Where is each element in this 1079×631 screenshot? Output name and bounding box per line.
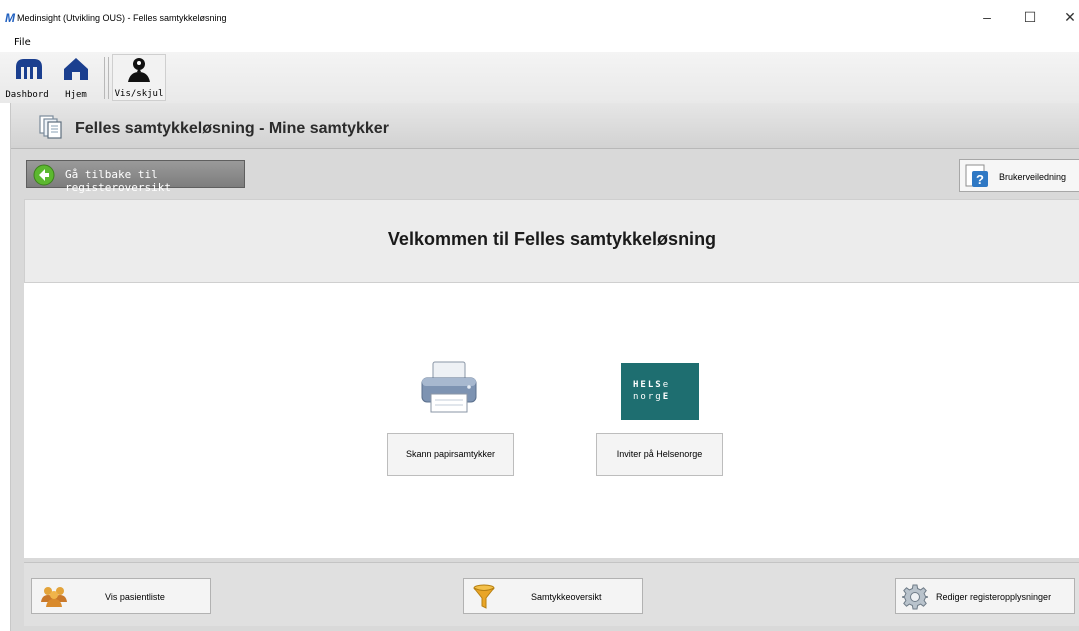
menu-bar: File: [0, 33, 1079, 52]
invite-helsenorge-button[interactable]: Inviter på Helsenorge: [596, 433, 723, 476]
help-document-icon: ?: [965, 164, 988, 187]
printer-icon: [421, 361, 477, 413]
documents-icon: [39, 115, 62, 139]
toolbar-separator: [104, 57, 105, 99]
helsenorge-logo-text: norg: [633, 392, 663, 402]
module-container: Felles samtykkeløsning - Mine samtykker …: [10, 103, 1079, 631]
toggle-visibility-label: Vis/skjul: [114, 89, 164, 99]
scan-paper-consents-button[interactable]: Skann papirsamtykker: [387, 433, 514, 476]
bottom-action-bar: Vis pasientliste Samtykkeoversikt Redige…: [24, 562, 1079, 626]
window-title: Medinsight (Utvikling OUS) - Felles samt…: [17, 13, 227, 23]
close-button[interactable]: ✕: [1055, 5, 1079, 29]
consent-overview-button[interactable]: Samtykkeoversikt: [463, 578, 643, 614]
welcome-panel: Velkommen til Felles samtykkeløsning: [24, 199, 1079, 283]
patient-list-label: Vis pasientliste: [105, 592, 165, 602]
dashboard-label: Dashbord: [5, 90, 49, 100]
module-header: Felles samtykkeløsning - Mine samtykker: [11, 103, 1079, 149]
user-guide-label: Brukerveiledning: [999, 172, 1067, 182]
user-guide-button[interactable]: ? Brukerveiledning: [959, 159, 1079, 192]
toolbar-separator: [108, 57, 109, 99]
back-to-register-button[interactable]: Gå tilbake til registeroversikt: [26, 160, 245, 194]
person-icon: [128, 58, 150, 82]
dashboard-button[interactable]: Dashbord: [2, 54, 52, 101]
sub-toolbar: Gå tilbake til registeroversikt ? Bruker…: [11, 150, 1079, 194]
helsenorge-logo: HELSe norgE: [621, 363, 699, 420]
menu-file[interactable]: File: [14, 37, 31, 48]
window-titlebar: M Medinsight (Utvikling OUS) - Felles sa…: [0, 0, 1079, 33]
consent-overview-label: Samtykkeoversikt: [531, 592, 602, 602]
module-title: Felles samtykkeløsning - Mine samtykker: [75, 120, 389, 137]
minimize-button[interactable]: –: [972, 5, 1002, 29]
home-label: Hjem: [65, 90, 87, 100]
patient-list-button[interactable]: Vis pasientliste: [31, 578, 211, 614]
back-arrow-icon: [33, 164, 55, 186]
patients-group-icon: [41, 587, 67, 607]
helsenorge-logo-text: HELS: [633, 380, 663, 390]
toolbar: Dashbord Hjem Vis/skjul: [0, 52, 1079, 103]
home-button[interactable]: Hjem: [58, 54, 94, 101]
helsenorge-logo-text: e: [662, 380, 671, 390]
toggle-visibility-button[interactable]: Vis/skjul: [112, 54, 166, 101]
actions-panel: HELSe norgE Skann papirsamtykker Inviter…: [24, 283, 1079, 558]
svg-text:?: ?: [976, 172, 984, 187]
app-logo-icon: M: [5, 11, 15, 25]
funnel-icon: [473, 584, 495, 609]
home-icon: [64, 58, 88, 80]
welcome-heading: Velkommen til Felles samtykkeløsning: [387, 229, 717, 249]
dashboard-icon: [16, 59, 42, 79]
helsenorge-logo-text: E: [662, 392, 671, 402]
edit-register-info-button[interactable]: Rediger registeropplysninger: [895, 578, 1075, 614]
gear-icon: [902, 584, 928, 610]
back-button-label: Gå tilbake til registeroversikt: [65, 168, 171, 194]
maximize-button[interactable]: ☐: [1015, 5, 1045, 29]
edit-register-info-label: Rediger registeropplysninger: [936, 592, 1052, 602]
